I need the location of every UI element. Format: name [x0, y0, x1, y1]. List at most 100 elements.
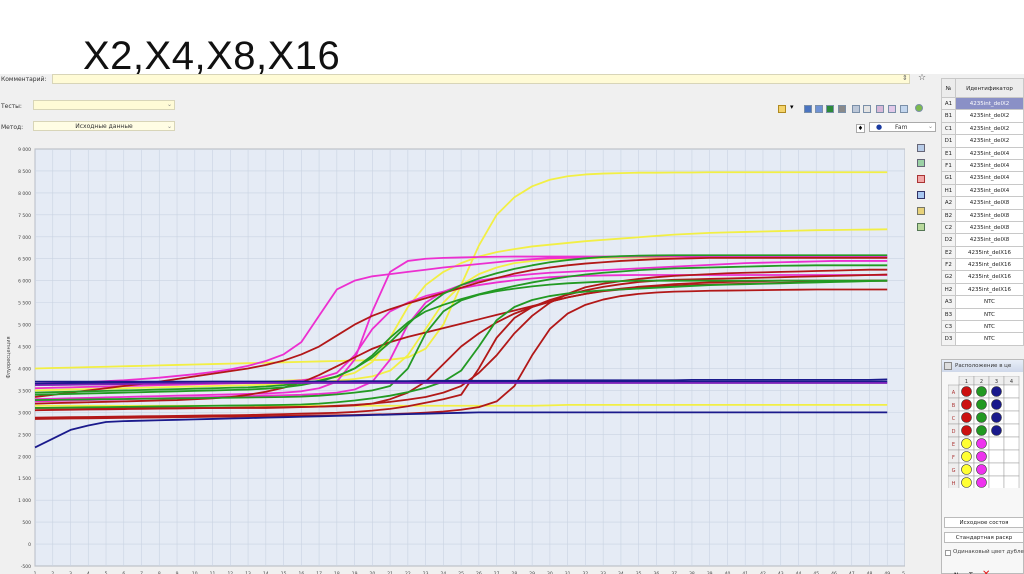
- y-tick-label: 3 500: [18, 388, 31, 394]
- grid-view-icon[interactable]: [852, 105, 860, 113]
- table-row[interactable]: H1 4235int_delX4: [941, 184, 1024, 198]
- export-icon[interactable]: [826, 105, 834, 113]
- table-row[interactable]: E1 4235int_delX4: [941, 147, 1024, 160]
- well-cell: D1: [941, 135, 956, 148]
- well-marker[interactable]: [991, 412, 1002, 423]
- chevron-down-icon: ⌄: [927, 123, 933, 130]
- y-tick-label: 6 500: [18, 257, 31, 263]
- initial-state-button[interactable]: Исходное состоя: [944, 517, 1024, 528]
- table-row[interactable]: C2 4235int_delX8: [941, 221, 1024, 235]
- table-row[interactable]: C3 NTC: [941, 321, 1024, 334]
- well-marker[interactable]: [961, 477, 972, 488]
- save-as-icon[interactable]: [815, 105, 823, 113]
- table-row[interactable]: E2 4235int_delX16: [941, 246, 1024, 260]
- channel-dot-icon: ●: [876, 123, 883, 131]
- delete-icon[interactable]: ✕: [982, 569, 990, 574]
- filter-icon[interactable]: [888, 105, 896, 113]
- y-tick-label: 8 500: [18, 169, 31, 175]
- well-marker[interactable]: [961, 386, 972, 397]
- chart-svg: 1234567891011121314151617181920212223242…: [6, 147, 908, 574]
- well-marker[interactable]: [976, 477, 987, 488]
- table-row[interactable]: A2 4235int_delX8: [941, 197, 1024, 210]
- header-id: Идентификатор: [956, 78, 1024, 98]
- well-marker[interactable]: [976, 399, 987, 410]
- well-cell: B2: [941, 209, 956, 222]
- columns-icon[interactable]: [863, 105, 871, 113]
- method-value: Исходные данные: [75, 123, 133, 130]
- plate-cell: [1003, 423, 1020, 438]
- tests-select[interactable]: ⌄: [33, 100, 175, 110]
- comment-dropdown-icon[interactable]: ⇕: [902, 74, 908, 82]
- well-marker[interactable]: [991, 425, 1002, 436]
- table-row[interactable]: D3 NTC: [941, 333, 1024, 346]
- comment-label: Комментарий:: [1, 76, 47, 83]
- plate-row-label: A: [952, 390, 956, 396]
- zoom-icon[interactable]: [917, 159, 925, 167]
- y-tick-label: 7 500: [18, 213, 31, 219]
- channel-toggle-icon[interactable]: ♦: [856, 124, 865, 133]
- save-icon[interactable]: [804, 105, 812, 113]
- well-marker[interactable]: [991, 399, 1002, 410]
- well-marker[interactable]: [976, 425, 987, 436]
- well-marker[interactable]: [961, 438, 972, 449]
- tests-label: Тесты:: [1, 103, 22, 110]
- table-row[interactable]: G2 4235int_delX16: [941, 271, 1024, 284]
- plate-cell: [988, 436, 1005, 451]
- well-cell: H2: [941, 283, 956, 297]
- plate-cell: [988, 449, 1005, 464]
- method-select[interactable]: Исходные данные ⌄: [33, 121, 175, 131]
- curve-icon[interactable]: [917, 175, 925, 183]
- scale-icon[interactable]: [917, 191, 925, 199]
- standard-layout-button[interactable]: Стандартная раскр: [944, 532, 1024, 543]
- well-marker[interactable]: [976, 464, 987, 475]
- channel-select[interactable]: ● Fam ⌄: [869, 122, 936, 132]
- table-row[interactable]: H2 4235int_delX16: [941, 283, 1024, 297]
- channel-icon[interactable]: [900, 105, 908, 113]
- table-row[interactable]: D1 4235int_delX2: [941, 135, 1024, 148]
- well-marker[interactable]: [976, 451, 987, 462]
- bars-icon[interactable]: [917, 223, 925, 231]
- well-cell: C1: [941, 122, 956, 136]
- sample-id-cell: 4235int_delX8: [956, 209, 1024, 222]
- open-folder-icon[interactable]: [778, 105, 786, 113]
- y-axis-label: Флуоресценция: [6, 337, 12, 379]
- well-marker[interactable]: [991, 386, 1002, 397]
- well-marker[interactable]: [961, 464, 972, 475]
- well-marker[interactable]: [961, 399, 972, 410]
- settings-icon[interactable]: [876, 105, 884, 113]
- well-marker[interactable]: [976, 412, 987, 423]
- table-row[interactable]: A3 NTC: [941, 296, 1024, 309]
- plate-col-label: 4: [1010, 379, 1013, 385]
- y-tick-label: 1 500: [18, 476, 31, 482]
- print-icon[interactable]: [838, 105, 846, 113]
- plate-row-label: E: [952, 442, 955, 448]
- well-cell: C2: [941, 221, 956, 235]
- table-row[interactable]: D2 4235int_delX8: [941, 234, 1024, 247]
- same-color-checkbox[interactable]: [945, 550, 951, 556]
- table-row[interactable]: C1 4235int_delX2: [941, 122, 1024, 136]
- copy-icon[interactable]: [917, 144, 925, 152]
- sample-id-cell: 4235int_delX16: [956, 246, 1024, 260]
- y-tick-label: 5 500: [18, 301, 31, 307]
- comment-input[interactable]: [52, 74, 910, 84]
- table-row[interactable]: B1 4235int_delX2: [941, 110, 1024, 123]
- table-row[interactable]: G1 4235int_delX4: [941, 172, 1024, 185]
- well-marker[interactable]: [961, 412, 972, 423]
- table-row[interactable]: F2 4235int_delX16: [941, 259, 1024, 272]
- globe-icon[interactable]: [915, 104, 923, 112]
- plate-row-label: F: [952, 455, 955, 461]
- sample-id-cell: 4235int_delX4: [956, 147, 1024, 160]
- star-icon[interactable]: ☆: [918, 74, 926, 83]
- table-row[interactable]: B3 NTC: [941, 308, 1024, 322]
- well-marker[interactable]: [961, 425, 972, 436]
- dropdown-arrow-icon[interactable]: ▾: [790, 103, 794, 111]
- sample-id-cell: 4235int_delX16: [956, 259, 1024, 272]
- well-marker[interactable]: [961, 451, 972, 462]
- well-marker[interactable]: [976, 386, 987, 397]
- well-marker[interactable]: [976, 438, 987, 449]
- sample-id-cell: 4235int_delX4: [956, 184, 1024, 198]
- table-row[interactable]: B2 4235int_delX8: [941, 209, 1024, 222]
- table-row[interactable]: F1 4235int_delX4: [941, 159, 1024, 173]
- table-row[interactable]: A1 4235int_delX2: [941, 98, 1024, 111]
- threshold-icon[interactable]: [917, 207, 925, 215]
